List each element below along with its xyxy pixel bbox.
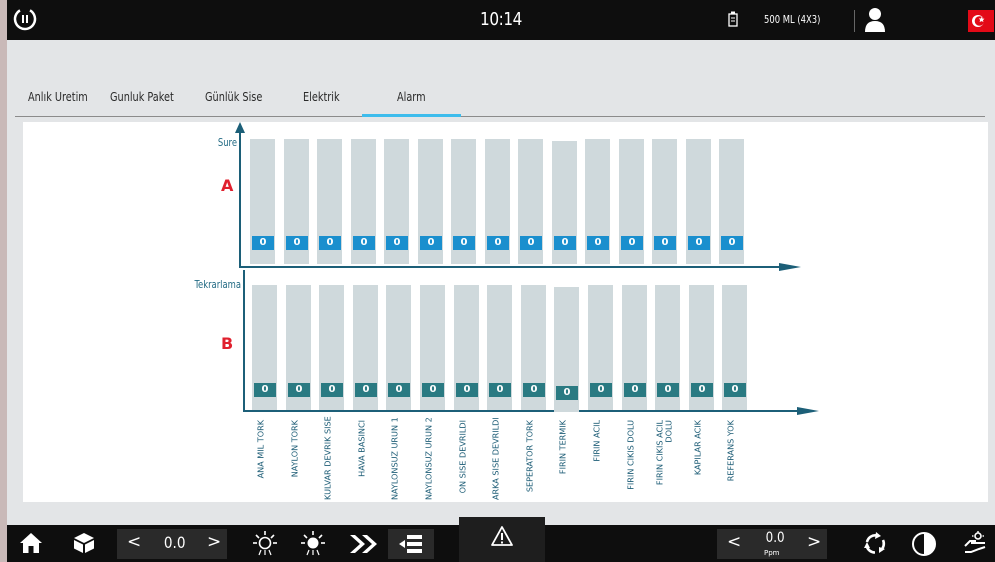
menu-list-button[interactable]: [388, 529, 434, 559]
value-a: 0: [319, 236, 341, 250]
category-label: SEPERATOR TORK: [526, 420, 535, 493]
tab-elektrik[interactable]: Elektrik: [303, 90, 340, 104]
value-a: 0: [487, 236, 509, 250]
axis-b-horizontal: [243, 410, 799, 412]
category-label: NAYLONSUZ URUN 2: [425, 417, 434, 500]
value-a: 0: [554, 236, 576, 250]
recycle-icon[interactable]: [862, 531, 888, 557]
tab-underline: [15, 116, 985, 117]
value-a: 0: [386, 236, 408, 250]
right-prev-button[interactable]: <: [727, 532, 741, 552]
value-a: 0: [621, 236, 643, 250]
tab-gunluk-sise[interactable]: Günlük Sise: [205, 90, 262, 104]
warning-icon: [491, 526, 513, 546]
divider: [854, 10, 855, 32]
value-b: 0: [489, 383, 511, 397]
category-label: FIRIN CIKIS ACIL DOLU: [656, 420, 674, 486]
light-off-icon[interactable]: [252, 529, 278, 557]
home-icon[interactable]: [19, 532, 43, 554]
value-b: 0: [556, 386, 578, 400]
value-a: 0: [252, 236, 274, 250]
category-label: NAYLON TORK: [291, 420, 300, 478]
axis-b-title: Tekrarlama: [194, 278, 241, 291]
light-on-icon[interactable]: [300, 529, 326, 557]
category-label: ARKA SISE DEVRILDI: [492, 417, 501, 500]
value-b: 0: [456, 383, 478, 397]
value-a: 0: [587, 236, 609, 250]
value-b: 0: [254, 383, 276, 397]
value-a: 0: [420, 236, 442, 250]
axis-b-vertical: [243, 270, 245, 412]
bottom-bar: < 0.0 > < 0.0 Ppm >: [7, 517, 995, 562]
value-b: 0: [355, 383, 377, 397]
section-a-letter: A: [221, 176, 234, 195]
app-window: 10:14 500 ML (4X3) Anlık Uretim Gunluk P…: [7, 0, 995, 562]
category-label: NAYLONSUZ URUN 1: [391, 417, 400, 500]
hand-settings-icon[interactable]: [961, 530, 989, 558]
value-a: 0: [688, 236, 710, 250]
category-label: REFERANS YOK: [727, 420, 736, 482]
value-b: 0: [691, 383, 713, 397]
fast-forward-icon[interactable]: [348, 533, 380, 555]
axis-a-arrow-right: [779, 263, 801, 271]
value-a: 0: [654, 236, 676, 250]
category-label: FIRIN CIKIS DOLU: [627, 420, 636, 490]
tab-gunluk-paket[interactable]: Gunluk Paket: [110, 90, 174, 104]
alarm-chart-panel: Sure A Tekrarlama B 0 0 ANA MIL TORK 0 0 NAYL…: [23, 122, 988, 502]
value-a: 0: [520, 236, 542, 250]
user-icon[interactable]: [864, 7, 886, 33]
category-label: HAVA BASINCI: [358, 420, 367, 477]
contrast-icon[interactable]: [911, 531, 937, 557]
category-label: KAPILAR ACIK: [694, 420, 703, 476]
value-a: 0: [353, 236, 375, 250]
left-next-button[interactable]: >: [207, 532, 221, 552]
box-icon[interactable]: [72, 531, 96, 555]
axis-a-vertical: [239, 132, 241, 268]
value-a: 0: [453, 236, 475, 250]
value-b: 0: [624, 383, 646, 397]
category-label: ON SISE DEVRILDI: [459, 420, 468, 494]
tab-anlik-uretim[interactable]: Anlık Uretim: [28, 90, 88, 104]
menu-list-icon: [399, 535, 422, 553]
value-a: 0: [286, 236, 308, 250]
section-b-letter: B: [221, 334, 234, 353]
category-label: KULVAR DEVRIK SISE: [324, 416, 333, 500]
top-bar: 10:14 500 ML (4X3): [7, 0, 995, 40]
value-b: 0: [288, 383, 310, 397]
value-b: 0: [657, 383, 679, 397]
value-b: 0: [321, 383, 343, 397]
warning-button[interactable]: [459, 517, 545, 562]
active-tab-indicator: [362, 114, 461, 117]
product-label[interactable]: 500 ML (4X3): [764, 13, 820, 26]
tab-alarm[interactable]: Alarm: [397, 90, 426, 104]
axis-a-arrow-up: [235, 122, 245, 133]
right-next-button[interactable]: >: [807, 532, 821, 552]
left-value: 0.0: [163, 533, 186, 552]
turkish-flag-icon[interactable]: [968, 10, 994, 32]
axis-b-arrow-right: [797, 407, 819, 415]
value-b: 0: [388, 383, 410, 397]
value-a: 0: [721, 236, 743, 250]
category-label: FIRIN ACIL: [593, 420, 602, 462]
axis-a-title: Sure: [217, 136, 237, 149]
value-b: 0: [422, 383, 444, 397]
right-value-control: < 0.0 Ppm >: [717, 529, 827, 559]
bottle-icon: [728, 11, 738, 27]
right-value: 0.0: [765, 530, 785, 546]
left-value-control: < 0.0 >: [117, 529, 227, 559]
left-prev-button[interactable]: <: [127, 532, 141, 552]
category-label: ANA MIL TORK: [257, 420, 266, 479]
tab-bar: Anlık Uretim Gunluk Paket Günlük Sise El…: [15, 78, 985, 118]
value-b: 0: [523, 383, 545, 397]
value-b: 0: [724, 383, 746, 397]
axis-a-horizontal: [239, 266, 779, 268]
category-label: FIRIN TERMIK: [559, 420, 568, 475]
right-value-unit: Ppm: [764, 549, 780, 557]
value-b: 0: [590, 383, 612, 397]
power-icon[interactable]: [12, 6, 38, 32]
